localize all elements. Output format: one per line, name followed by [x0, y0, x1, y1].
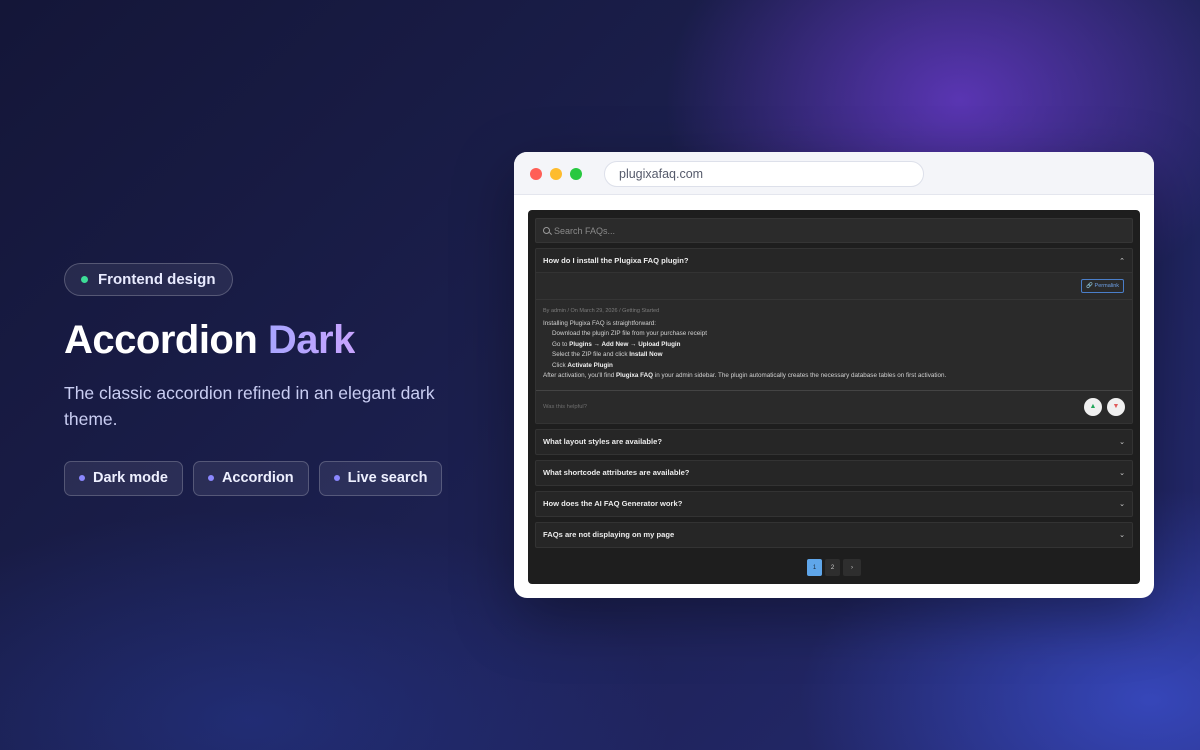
faq-item[interactable]: How does the AI FAQ Generator work? ⌄ — [535, 490, 1133, 517]
tag-dot-icon — [79, 475, 85, 481]
step-bold: Activate Plugin — [567, 361, 613, 369]
outro-text: After activation, you'll find — [543, 372, 616, 379]
feature-tag: Accordion — [192, 460, 309, 496]
install-step: Go to Plugins → Add New → Upload Plugin — [552, 340, 1125, 351]
answer-outro: After activation, you'll find Plugixa FA… — [543, 371, 1125, 382]
faq-item-open: How do I install the Plugixa FAQ plugin?… — [535, 248, 1133, 424]
chevron-down-icon: ⌄ — [1119, 500, 1125, 508]
hero-title: Accordion Dark — [64, 318, 484, 362]
permalink-row: 🔗 Permalink — [536, 273, 1132, 300]
close-window-icon[interactable] — [530, 168, 542, 180]
faq-item-header[interactable]: What layout styles are available? ⌄ — [536, 430, 1132, 454]
thumbs-up-icon[interactable]: ▲ — [1084, 397, 1102, 416]
category-badge: Frontend design — [64, 263, 233, 296]
page-button-2[interactable]: 2 — [825, 559, 840, 576]
step-bold: Install Now — [629, 351, 663, 358]
search-icon — [543, 227, 550, 234]
step-text: Select the ZIP file and click — [552, 351, 630, 358]
pagination: 1 2 › — [528, 559, 1140, 576]
install-step: Click Activate Plugin — [552, 361, 1125, 372]
outro-bold: Plugixa FAQ — [615, 372, 654, 379]
browser-window: plugixafaq.com Search FAQs... How do I i… — [514, 152, 1154, 598]
step-bold: Plugins → Add New → Upload Plugin — [569, 340, 681, 348]
feature-tag-label: Dark mode — [93, 470, 168, 486]
feature-tag-label: Live search — [347, 470, 428, 486]
faq-item-header[interactable]: How does the AI FAQ Generator work? ⌄ — [536, 492, 1132, 516]
page-button-1[interactable]: 1 — [807, 559, 822, 576]
faq-question: What shortcode attributes are available? — [543, 468, 690, 477]
faq-item-header[interactable]: What shortcode attributes are available?… — [536, 461, 1132, 485]
chevron-up-icon: ⌃ — [1119, 257, 1125, 265]
tag-dot-icon — [207, 475, 214, 481]
install-step: Download the plugin ZIP file from your p… — [552, 330, 707, 337]
thumbs-down-icon[interactable]: ▼ — [1107, 397, 1125, 416]
hero-title-main: Accordion — [64, 318, 258, 362]
address-bar[interactable]: plugixafaq.com — [604, 161, 924, 187]
faq-accordion: Search FAQs... How do I install the Plug… — [528, 210, 1140, 584]
faq-question: How do I install the Plugixa FAQ plugin? — [543, 256, 689, 265]
chevron-down-icon: ⌄ — [1119, 438, 1125, 446]
minimize-window-icon[interactable] — [550, 168, 562, 180]
feature-tag: Dark mode — [64, 460, 183, 496]
step-text: Go to — [552, 340, 570, 348]
faq-question: How does the AI FAQ Generator work? — [543, 499, 683, 508]
faq-item-header[interactable]: How do I install the Plugixa FAQ plugin?… — [536, 249, 1132, 273]
hero-subtitle: The classic accordion refined in an eleg… — [64, 383, 435, 430]
feature-tags: Dark mode Accordion Live search — [64, 460, 484, 496]
helpful-label: Was this helpful? — [543, 403, 587, 410]
maximize-window-icon[interactable] — [570, 168, 582, 180]
faq-search-input[interactable]: Search FAQs... — [535, 218, 1133, 243]
chevron-down-icon: ⌄ — [1119, 469, 1125, 477]
answer-content: By admin / On March 29, 2026 / Getting S… — [536, 300, 1132, 390]
faq-item[interactable]: What shortcode attributes are available?… — [535, 459, 1133, 486]
chevron-down-icon: ⌄ — [1119, 531, 1125, 539]
faq-question: FAQs are not displaying on my page — [543, 530, 675, 539]
step-text: Click — [552, 361, 568, 369]
install-step: Select the ZIP file and click Install No… — [552, 350, 1125, 361]
faq-item-header[interactable]: FAQs are not displaying on my page ⌄ — [536, 523, 1132, 547]
answer-meta: By admin / On March 29, 2026 / Getting S… — [543, 308, 660, 314]
browser-toolbar: plugixafaq.com — [514, 152, 1154, 195]
vote-buttons: ▲ ▼ — [1084, 397, 1125, 416]
answer-intro: Installing Plugixa FAQ is straightforwar… — [543, 319, 657, 327]
faq-question: What layout styles are available? — [543, 437, 663, 446]
install-steps: Download the plugin ZIP file from your p… — [543, 329, 1125, 371]
hero-section: Frontend design Accordion Dark The class… — [64, 263, 484, 496]
feature-tag: Live search — [318, 460, 443, 496]
faq-search-placeholder: Search FAQs... — [554, 225, 616, 236]
faq-answer: 🔗 Permalink By admin / On March 29, 2026… — [536, 273, 1132, 423]
category-badge-label: Frontend design — [98, 271, 216, 288]
tag-dot-icon — [333, 475, 340, 481]
badge-dot-icon — [81, 276, 88, 283]
faq-item[interactable]: What layout styles are available? ⌄ — [535, 428, 1133, 455]
outro-text: in your admin sidebar. The plugin automa… — [653, 372, 947, 379]
permalink-button[interactable]: 🔗 Permalink — [1081, 279, 1124, 293]
feature-tag-label: Accordion — [221, 470, 294, 486]
next-page-button[interactable]: › — [843, 559, 861, 576]
hero-title-accent: Dark — [267, 318, 355, 362]
faq-item[interactable]: FAQs are not displaying on my page ⌄ — [535, 521, 1133, 548]
helpful-row: Was this helpful? ▲ ▼ — [536, 389, 1132, 423]
